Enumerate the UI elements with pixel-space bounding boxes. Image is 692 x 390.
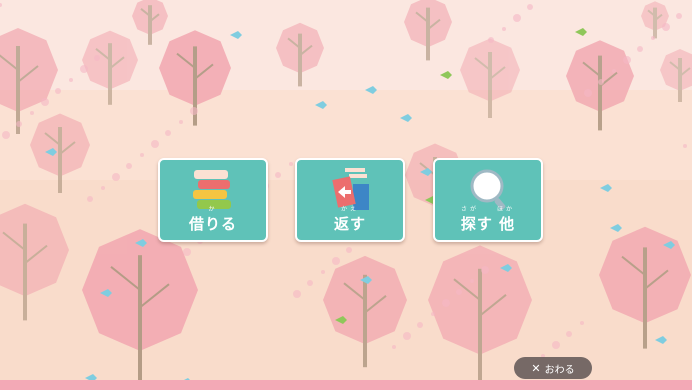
search-button[interactable]: さが ほか 探す 他 — [433, 158, 543, 242]
return-button[interactable]: かえ 返す — [295, 158, 405, 242]
petal-dot — [151, 140, 159, 148]
exit-button[interactable]: ✕ おわる — [514, 357, 592, 379]
search-label: 探す 他 — [460, 215, 516, 233]
petal-dot — [513, 14, 521, 22]
petal-dot — [488, 37, 494, 43]
petal-dot — [321, 270, 325, 274]
borrow-button[interactable]: か 借りる — [158, 158, 268, 242]
petal-dot — [527, 4, 533, 10]
petal-dot — [442, 299, 450, 307]
petal-dot — [552, 341, 560, 349]
petal-dot — [566, 331, 572, 337]
app-screen: か 借りる かえ 返す さが ほか 探す 他 ✕ おわる — [0, 0, 692, 390]
petal-dot — [637, 46, 643, 52]
petal-dot — [183, 248, 191, 256]
petal-dot — [598, 79, 604, 85]
petal-dot — [580, 321, 584, 325]
petal-dot — [456, 289, 462, 295]
petal-dot — [470, 279, 474, 283]
petal-dot — [662, 23, 670, 31]
petal-dot — [275, 172, 281, 178]
petal-dot — [683, 144, 687, 148]
search-ruby: さが ほか — [460, 206, 515, 213]
return-label: 返す — [333, 215, 366, 233]
borrow-ruby: か — [208, 206, 218, 213]
petal-dot — [87, 196, 93, 202]
petal-dot — [293, 290, 301, 298]
petal-dot — [392, 345, 396, 349]
petal-dot — [140, 153, 144, 157]
petal-dot — [332, 257, 340, 265]
petal-dot — [179, 120, 183, 124]
petal-dot — [41, 98, 49, 106]
petal-dot — [481, 266, 489, 274]
petal-dot — [80, 65, 88, 73]
petal-dot — [502, 27, 506, 31]
petal-dot — [651, 36, 655, 40]
petal-dot — [165, 130, 171, 136]
petal-dot — [2, 131, 10, 139]
petal-dot — [30, 111, 34, 115]
petal-dot — [16, 121, 22, 127]
petal-dot — [623, 56, 631, 64]
petal-dot — [190, 107, 198, 115]
petal-dot — [417, 322, 423, 328]
petal-dot — [584, 89, 592, 97]
petal-dot — [612, 69, 616, 73]
petal-dot — [55, 88, 61, 94]
petal-dot — [112, 173, 120, 181]
petal-dot — [346, 247, 352, 253]
flower-ground-strip — [0, 380, 692, 390]
petal-dot — [101, 186, 105, 190]
petal-dot — [94, 55, 100, 61]
return-ruby: かえ — [340, 206, 359, 213]
petal-dot — [126, 163, 132, 169]
petal-dot — [403, 332, 411, 340]
petal-dot — [289, 162, 293, 166]
exit-label: おわる — [544, 364, 575, 376]
petal-dot — [431, 312, 435, 316]
borrow-label: 借りる — [188, 215, 237, 233]
close-icon: ✕ — [531, 361, 541, 375]
petal-dot — [307, 280, 313, 286]
petal-dot — [69, 78, 73, 82]
petal-dot — [676, 13, 682, 19]
